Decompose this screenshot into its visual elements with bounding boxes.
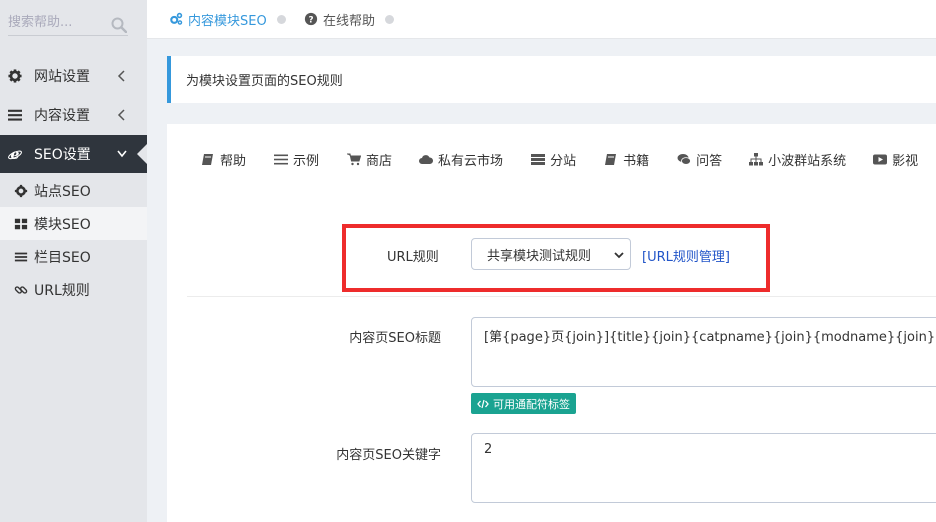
breadcrumb-separator [385, 14, 395, 24]
sidebar-item-seo-settings[interactable]: e SEO设置 [0, 135, 147, 173]
sidebar-item-label: 网站设置 [34, 69, 90, 85]
tab-examples[interactable]: 示例 [274, 150, 319, 169]
seo-keywords-textarea[interactable]: 2 [471, 433, 936, 503]
tab-video[interactable]: 影视 [873, 150, 918, 169]
cloud-icon [419, 154, 434, 164]
code-icon [477, 399, 489, 408]
top-bar: 内容模块SEO ? 在线帮助 [147, 0, 936, 39]
sidebar-item-site-settings[interactable]: 网站设置 [0, 57, 147, 95]
url-rule-select[interactable]: 共享模块测试规则 [471, 238, 631, 270]
tab-help[interactable]: 帮助 [201, 150, 246, 169]
sidebar-item-content-settings[interactable]: 内容设置 [0, 96, 147, 134]
book-icon [605, 153, 617, 165]
chevron-left-icon [117, 109, 125, 121]
video-icon [873, 154, 888, 164]
list-icon [14, 252, 28, 261]
gears-icon [170, 12, 183, 25]
active-indicator [137, 144, 147, 164]
list-icon [274, 154, 289, 164]
chevron-down-icon [614, 252, 624, 259]
sidebar-subitem-url-rules[interactable]: URL规则 [0, 273, 147, 306]
sidebar-item-label: SEO设置 [34, 147, 91, 163]
grid-icon [14, 218, 28, 229]
url-rule-selected-value: 共享模块测试规则 [487, 248, 592, 264]
seo-title-textarea[interactable]: [第{page}页{join}]{title}{join}{catpname}{… [471, 317, 936, 387]
tab-group-site-system[interactable]: 小波群站系统 [749, 150, 846, 169]
sidebar-subitem-label: 模块SEO [34, 216, 91, 233]
sidebar-subitem-column-seo[interactable]: 栏目SEO [0, 240, 147, 273]
book-icon [202, 153, 213, 165]
question-circle-icon: ? [304, 12, 318, 26]
seo-title-value: [第{page}页{join}]{title}{join}{catpname}{… [484, 330, 936, 345]
wildcard-tags-badge[interactable]: 可用通配符标签 [471, 393, 576, 414]
breadcrumb-label: 内容模块SEO [188, 13, 267, 29]
seo-keywords-label: 内容页SEO关键字 [336, 448, 441, 463]
breadcrumb-online-help[interactable]: ? 在线帮助 [304, 0, 395, 38]
comments-icon [677, 153, 691, 165]
seo-title-label: 内容页SEO标题 [349, 331, 441, 346]
sidebar-subitem-label: 栏目SEO [34, 249, 91, 266]
sidebar-item-label: 内容设置 [34, 108, 90, 124]
sidebar-subitem-label: URL规则 [34, 282, 90, 299]
link-icon [14, 285, 28, 294]
url-rule-manage-link[interactable]: [URL规则管理] [642, 246, 730, 265]
search-input[interactable] [8, 10, 128, 36]
sitemap-icon [749, 152, 764, 165]
tab-books[interactable]: 书籍 [604, 150, 649, 169]
sidebar-subitem-label: 站点SEO [34, 183, 91, 200]
breadcrumb-module-seo[interactable]: 内容模块SEO [169, 0, 286, 38]
gear-icon [8, 69, 22, 83]
url-rule-label: URL规则 [387, 250, 439, 265]
sidebar-search [0, 0, 147, 44]
chevron-left-icon [117, 70, 125, 82]
tab-substations[interactable]: 分站 [531, 150, 576, 169]
bars-icon [8, 109, 22, 121]
tab-store[interactable]: 商店 [347, 150, 392, 169]
gear-icon [14, 184, 28, 197]
info-note: 为模块设置页面的SEO规则 [167, 56, 936, 103]
svg-text:?: ? [308, 16, 313, 26]
chevron-down-icon [117, 150, 127, 158]
sidebar: 网站设置 内容设置 e SEO设置 站点SEO [0, 0, 147, 522]
divider [187, 296, 936, 297]
breadcrumb-label: 在线帮助 [323, 13, 376, 29]
toolbar-tabs: 帮助 示例 商店 私有云市场 分站 书籍 问答 小波群站系统 影视 [201, 146, 918, 172]
breadcrumb-separator [276, 14, 286, 24]
ie-icon: e [8, 147, 22, 161]
cart-icon [347, 153, 362, 165]
sidebar-subitem-module-seo[interactable]: 模块SEO [0, 207, 147, 240]
tab-private-cloud-market[interactable]: 私有云市场 [419, 150, 503, 169]
tab-qa[interactable]: 问答 [677, 150, 722, 169]
server-icon [531, 153, 546, 165]
info-note-text: 为模块设置页面的SEO规则 [186, 74, 343, 89]
search-icon[interactable] [111, 17, 127, 33]
sidebar-subitem-site-seo[interactable]: 站点SEO [0, 174, 147, 207]
seo-keywords-value: 2 [484, 442, 493, 457]
